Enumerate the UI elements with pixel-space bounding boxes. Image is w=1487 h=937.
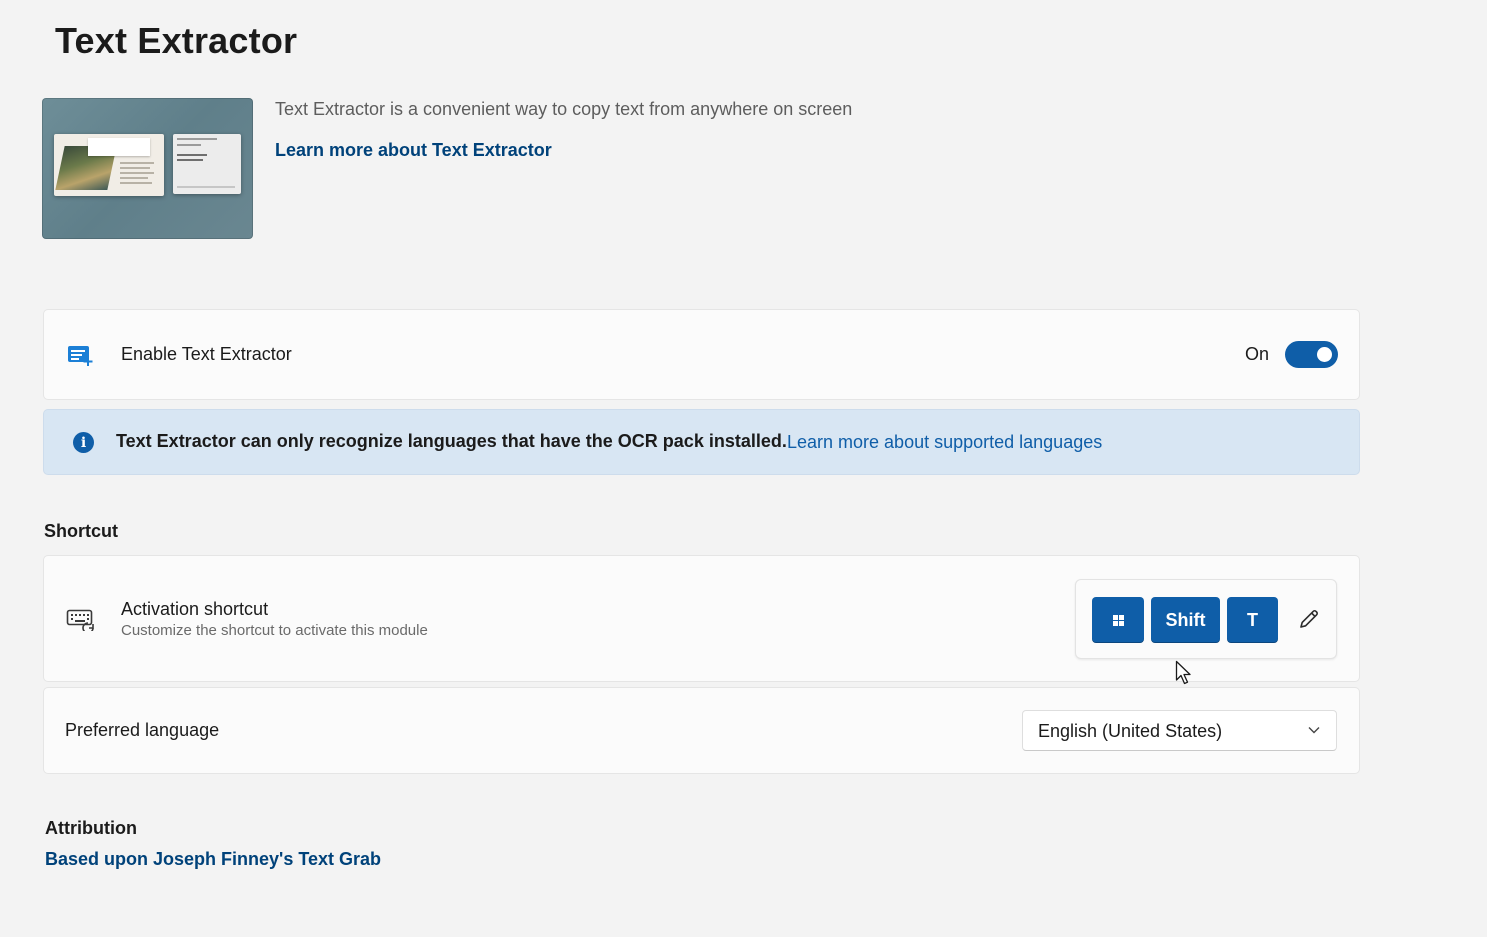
hero-description: Text Extractor is a convenient way to co… bbox=[275, 99, 853, 119]
t-key: T bbox=[1227, 597, 1278, 643]
windows-key bbox=[1092, 597, 1144, 643]
supported-languages-link[interactable]: Learn more about supported languages bbox=[787, 432, 1102, 453]
activation-shortcut-label: Activation shortcut bbox=[121, 599, 269, 619]
learn-more-text-extractor-link[interactable]: Learn more about Text Extractor bbox=[275, 140, 552, 161]
enable-text-extractor-card: Enable Text Extractor On bbox=[43, 309, 1360, 400]
ocr-info-message: Text Extractor can only recognize langua… bbox=[116, 431, 787, 451]
windows-logo-icon bbox=[1112, 614, 1124, 626]
text-extractor-preview-image bbox=[42, 98, 253, 239]
preferred-language-value: English (United States) bbox=[1038, 721, 1223, 741]
preview-document-window bbox=[54, 134, 164, 196]
mouse-cursor-icon bbox=[1175, 660, 1191, 685]
enable-text-extractor-toggle[interactable] bbox=[1285, 341, 1338, 368]
attribution-header: Attribution bbox=[45, 818, 137, 838]
shortcut-section-header: Shortcut bbox=[44, 521, 118, 541]
chevron-down-icon bbox=[1308, 727, 1320, 734]
text-grab-attribution-link[interactable]: Based upon Joseph Finney's Text Grab bbox=[45, 849, 381, 870]
preferred-language-dropdown[interactable]: English (United States) bbox=[1022, 710, 1337, 751]
activation-shortcut-card: Activation shortcut Customize the shortc… bbox=[43, 555, 1360, 682]
preview-notepad-window bbox=[173, 134, 241, 194]
toggle-knob bbox=[1317, 347, 1332, 362]
shift-key: Shift bbox=[1151, 597, 1220, 643]
keyboard-icon bbox=[66, 604, 96, 634]
text-extractor-icon bbox=[66, 340, 96, 370]
preferred-language-card: Preferred language English (United State… bbox=[43, 687, 1360, 774]
enable-text-extractor-label: Enable Text Extractor bbox=[121, 344, 292, 364]
shortcut-editor[interactable]: Shift T bbox=[1075, 579, 1337, 659]
preferred-language-label: Preferred language bbox=[65, 720, 220, 740]
toggle-state-label: On bbox=[1244, 344, 1269, 364]
info-icon: i bbox=[73, 432, 94, 453]
ocr-info-bar: i Text Extractor can only recognize lang… bbox=[43, 409, 1360, 475]
page-title: Text Extractor bbox=[55, 20, 298, 61]
edit-shortcut-button[interactable] bbox=[1294, 604, 1324, 634]
pencil-icon bbox=[1300, 610, 1318, 628]
activation-shortcut-description: Customize the shortcut to activate this … bbox=[121, 622, 428, 639]
